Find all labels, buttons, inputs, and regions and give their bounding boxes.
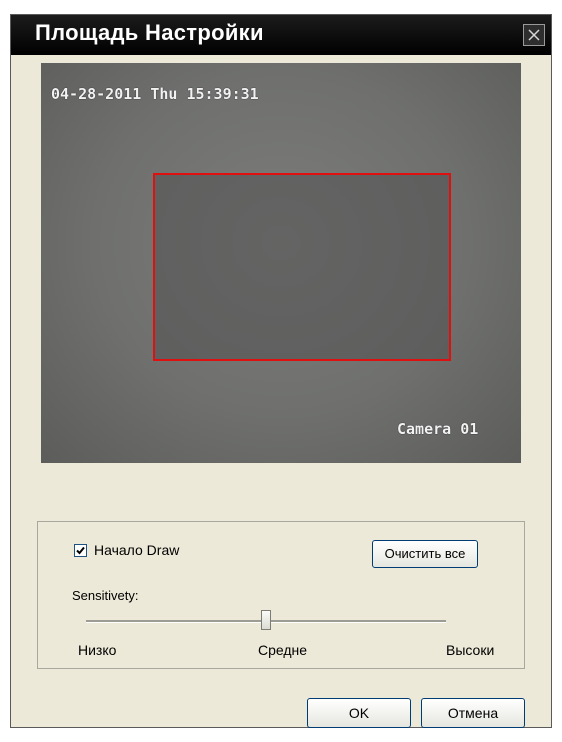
ok-button[interactable]: OK — [307, 698, 411, 728]
start-draw-label: Начало Draw — [94, 542, 180, 558]
start-draw-checkbox-row[interactable]: Начало Draw — [74, 542, 179, 558]
cancel-button[interactable]: Отмена — [421, 698, 525, 728]
clear-all-button[interactable]: Очистить все — [372, 540, 478, 568]
motion-detection-region[interactable] — [153, 173, 451, 361]
osd-camera-name: Camera 01 — [397, 420, 479, 438]
sensitivity-low-label: Низко — [78, 642, 117, 658]
checkmark-icon — [76, 546, 85, 554]
sensitivity-label: Sensitivety: — [72, 588, 139, 603]
camera-preview[interactable]: 04-28-2011 Thu 15:39:31 Camera 01 — [41, 63, 521, 463]
title-bar[interactable]: Площадь Настройки — [11, 15, 551, 55]
sensitivity-high-label: Высоки — [446, 642, 495, 658]
start-draw-checkbox[interactable] — [74, 543, 87, 557]
sensitivity-slider-thumb[interactable] — [261, 610, 271, 630]
osd-timestamp: 04-28-2011 Thu 15:39:31 — [51, 85, 259, 103]
area-settings-dialog: Площадь Настройки 04-28-2011 Thu 15:39:3… — [10, 14, 552, 728]
dialog-title: Площадь Настройки — [35, 20, 264, 45]
detection-settings-panel: Начало Draw Очистить все Sensitivety: Ни… — [37, 521, 525, 669]
close-icon[interactable] — [523, 24, 545, 46]
sensitivity-mid-label: Средне — [258, 642, 308, 658]
